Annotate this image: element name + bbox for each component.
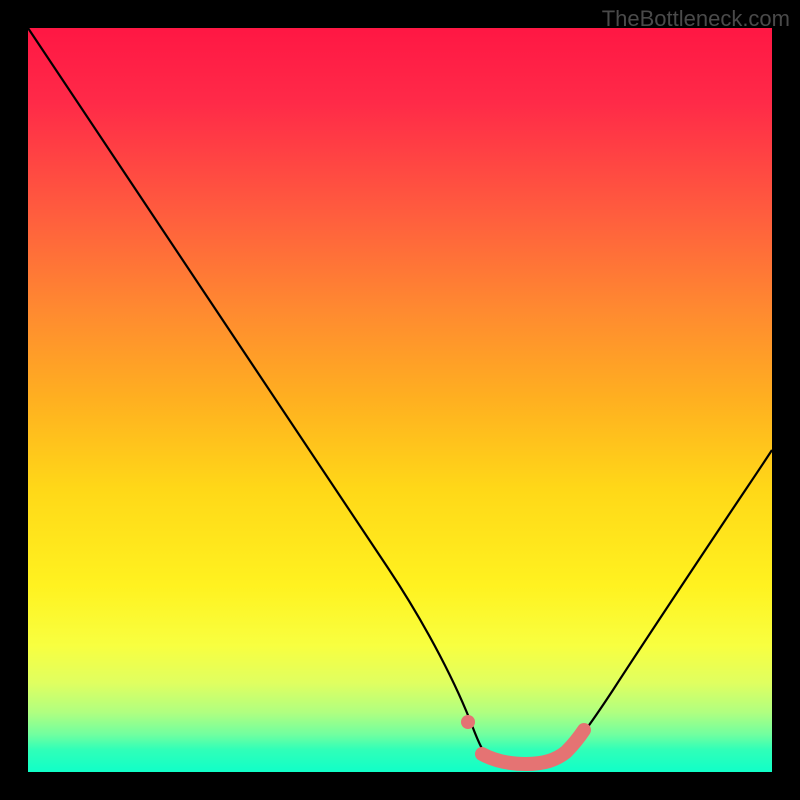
chart-svg	[28, 28, 772, 772]
highlight-optimal-zone	[482, 730, 584, 764]
highlight-dot	[461, 715, 475, 729]
watermark-text: TheBottleneck.com	[602, 6, 790, 32]
bottleneck-curve-line	[28, 28, 772, 764]
chart-area	[28, 28, 772, 772]
